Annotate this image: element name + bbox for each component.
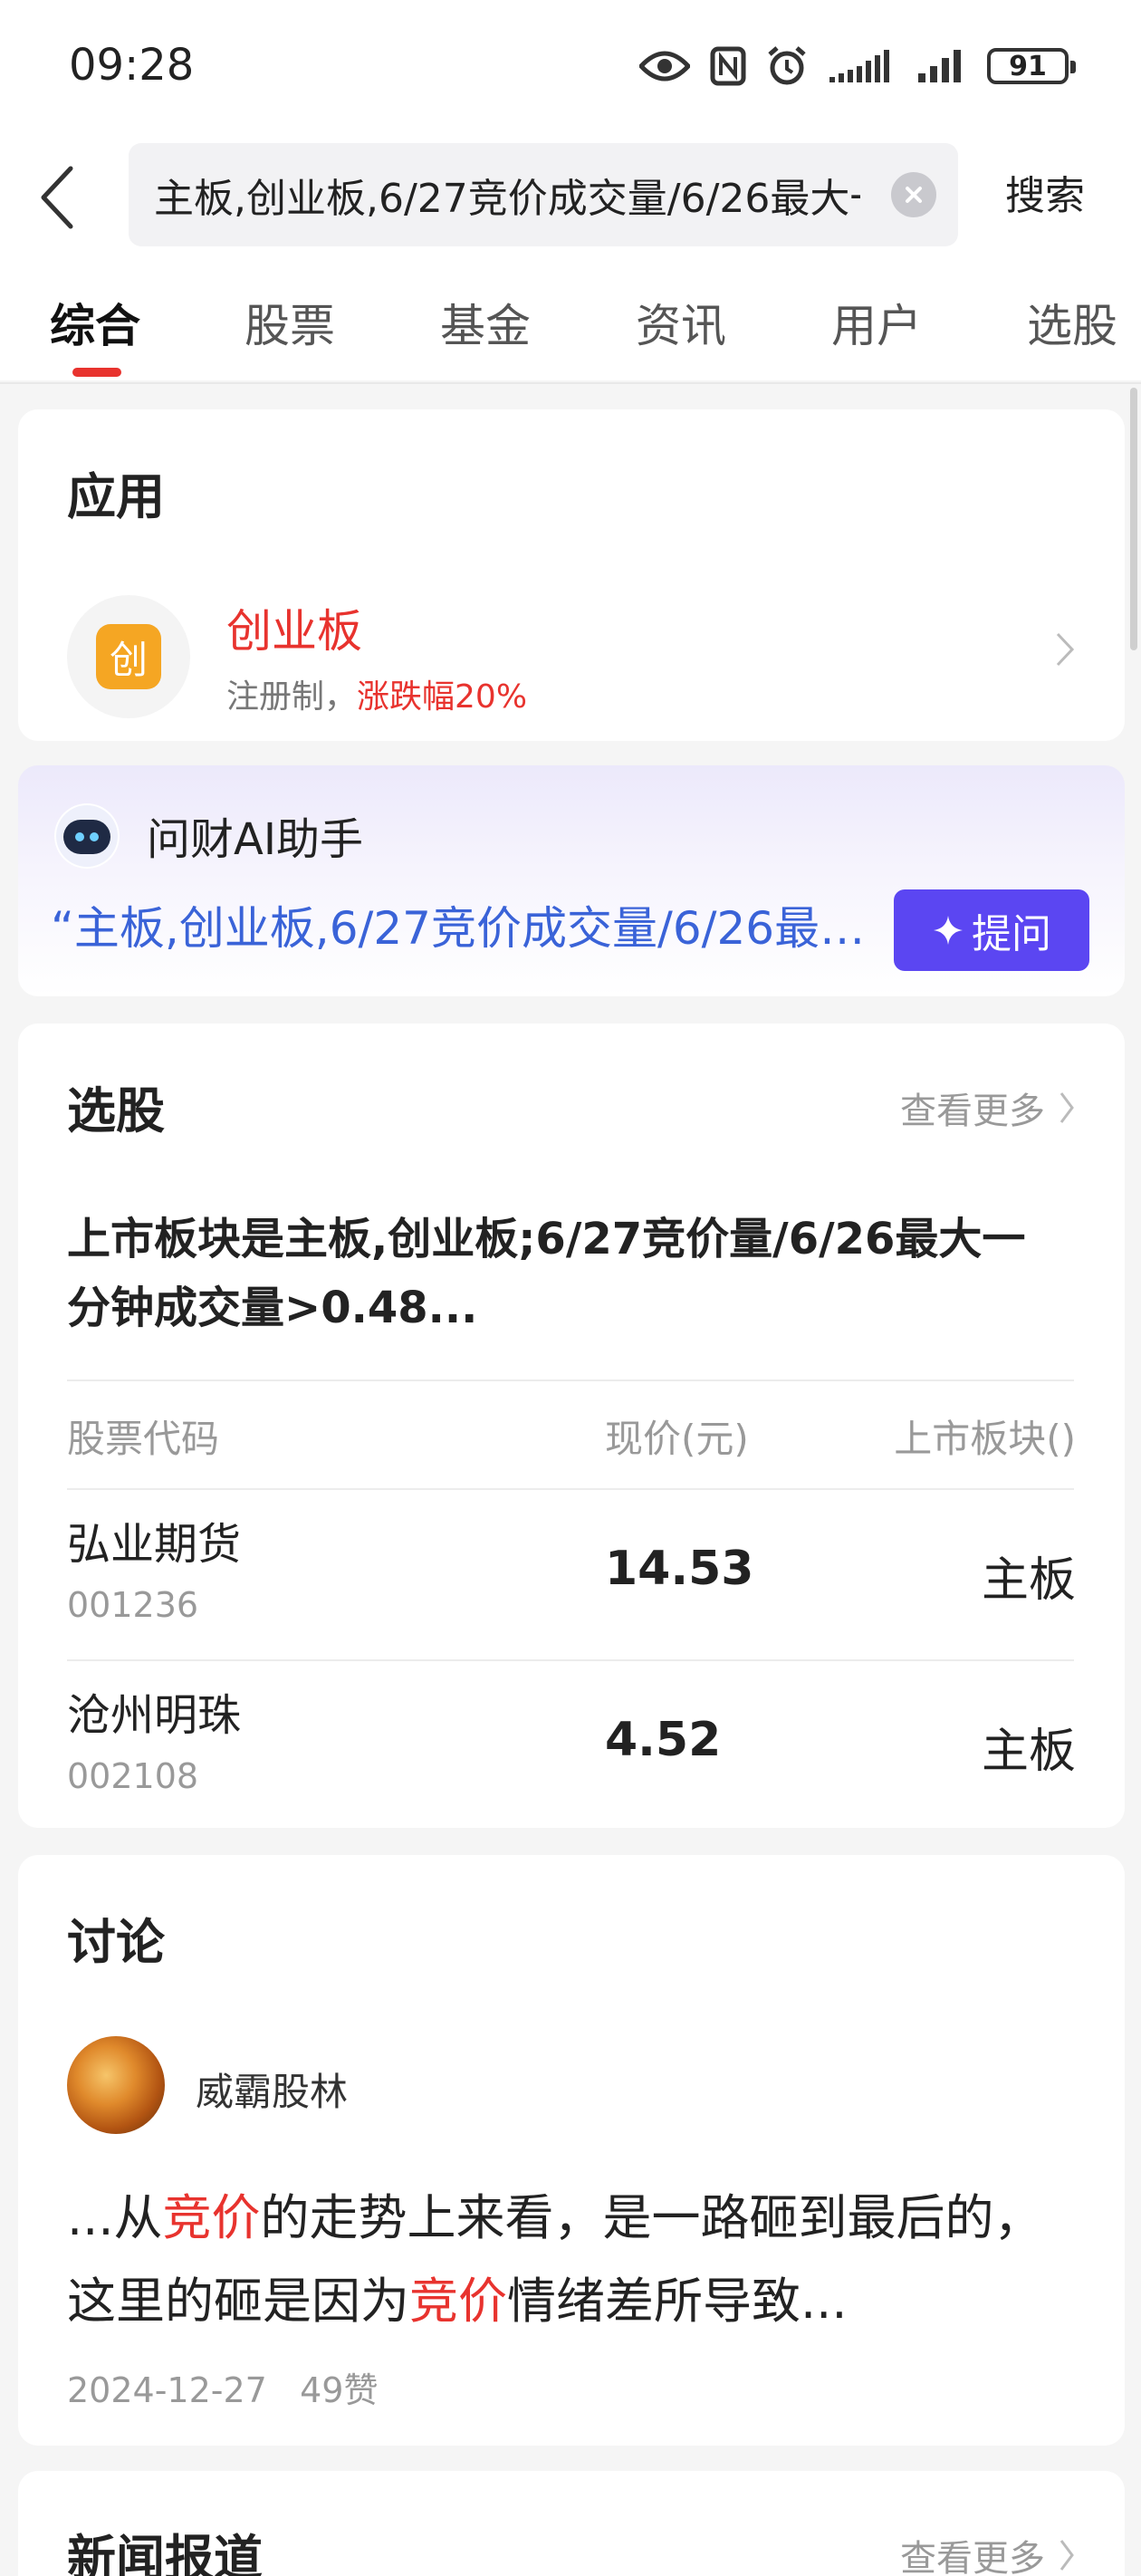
stock-code: 002108	[67, 1756, 199, 1796]
post-likes: 49赞	[300, 2370, 379, 2410]
ai-assistant-card: 问财AI助手 “主板,创业板,6/27竞价成交量/6/26最大一分钟成交量>0.…	[18, 765, 1125, 996]
app-desc-suffix: 幅20%	[422, 678, 528, 716]
chinext-app-icon: 创	[96, 624, 161, 689]
post-text-part: ...从	[67, 2189, 163, 2246]
clear-search-button[interactable]	[891, 172, 936, 217]
stock-name: 弘业期货	[67, 1519, 242, 1570]
stock-pick-more-link[interactable]: 查看更多	[900, 1081, 1076, 1134]
stock-board: 主板	[981, 1553, 1076, 1608]
post-date: 2024-12-27	[67, 2370, 267, 2410]
stock-price: 14.53	[605, 1542, 754, 1596]
header-price: 现价(元)	[605, 1417, 749, 1461]
status-icons: 91	[639, 45, 1076, 87]
tab-users[interactable]: 用户	[831, 290, 922, 355]
news-title: 新闻报道	[67, 2530, 263, 2576]
search-box[interactable]	[129, 143, 958, 246]
post-text[interactable]: ...从竞价的走势上来看，是一路砸到最后的，这里的砸是因为竞价情绪差所导致...	[67, 2177, 1090, 2343]
more-label: 查看更多	[900, 2538, 1045, 2576]
signal-icon-2	[918, 50, 961, 82]
header-stock-code: 股票代码	[67, 1417, 220, 1461]
chevron-left-icon	[41, 166, 73, 229]
table-divider	[67, 1659, 1074, 1661]
chevron-right-icon	[1060, 2540, 1074, 2571]
status-time: 09:28	[69, 40, 195, 91]
apps-title: 应用	[67, 468, 165, 525]
app-name: 创业板	[226, 605, 362, 658]
sparkle-icon	[934, 916, 963, 945]
search-input[interactable]	[154, 171, 860, 218]
close-icon	[906, 187, 922, 203]
search-button[interactable]: 搜索	[1005, 163, 1085, 221]
top-bar: 09:28 91 搜索 综合 股票 基金 资讯 用户 选股	[0, 0, 1141, 380]
alarm-icon	[768, 46, 806, 85]
ask-button-label: 提问	[972, 911, 1051, 957]
user-name[interactable]: 威霸股林	[196, 2062, 348, 2117]
stock-price: 4.52	[605, 1713, 722, 1767]
news-more-link[interactable]: 查看更多	[900, 2529, 1076, 2576]
nfc-icon	[710, 46, 746, 86]
post-text-highlight: 竞价	[409, 2273, 507, 2330]
app-description: 注册制，涨跌幅20%	[226, 670, 527, 717]
table-divider	[67, 1379, 1074, 1381]
tab-stock-picker[interactable]: 选股	[1027, 290, 1117, 355]
active-tab-indicator	[72, 368, 121, 377]
table-divider	[67, 1488, 1074, 1490]
ai-suggested-query[interactable]: “主板,创业板,6/27竞价成交量/6/26最大一分钟成交量>0.48”	[51, 892, 884, 957]
header-divider	[0, 382, 1141, 384]
tab-bar: 综合 股票 基金 资讯 用户 选股	[0, 272, 1141, 380]
discussion-card: 讨论 威霸股林 ...从竞价的走势上来看，是一路砸到最后的，这里的砸是因为竞价情…	[18, 1855, 1125, 2446]
tab-news[interactable]: 资讯	[636, 290, 726, 355]
header-board: 上市板块()	[894, 1417, 1076, 1461]
post-text-highlight: 竞价	[162, 2189, 261, 2246]
app-icon-container: 创	[67, 595, 190, 718]
back-button[interactable]	[31, 161, 85, 234]
chevron-right-icon	[1056, 632, 1075, 667]
discussion-title: 讨论	[67, 1914, 165, 1971]
stock-name: 沧州明珠	[67, 1690, 242, 1741]
apps-card: 应用 创 创业板 注册制，涨跌幅20%	[18, 409, 1125, 741]
search-row: 搜索	[0, 136, 1141, 254]
ask-button[interactable]: 提问	[894, 889, 1089, 971]
tab-comprehensive[interactable]: 综合	[50, 290, 140, 355]
stock-pick-query[interactable]: 上市板块是主板,创业板;6/27竞价量/6/26最大一分钟成交量>0.48...	[67, 1205, 1063, 1342]
avatar[interactable]	[67, 2036, 165, 2134]
app-desc-prefix: 注册制，	[226, 678, 358, 716]
battery-icon: 91	[987, 48, 1076, 84]
stock-code: 001236	[67, 1585, 199, 1625]
ai-title: 问财AI助手	[147, 814, 363, 865]
tab-stocks[interactable]: 股票	[244, 290, 335, 355]
signal-icon-1	[829, 50, 889, 82]
post-meta: 2024-12-27 49赞	[67, 2362, 378, 2412]
chevron-right-icon	[1060, 1092, 1074, 1123]
eye-icon	[639, 51, 690, 82]
app-desc-highlight: 涨跌	[357, 678, 423, 716]
ai-robot-icon	[54, 803, 120, 869]
tab-funds[interactable]: 基金	[440, 290, 531, 355]
news-card: 新闻报道 查看更多	[18, 2471, 1125, 2576]
post-text-part: 情绪差所导致...	[507, 2273, 848, 2330]
stock-pick-title: 选股	[67, 1082, 165, 1139]
scrollbar[interactable]	[1130, 388, 1137, 650]
stock-board: 主板	[981, 1725, 1076, 1779]
more-label: 查看更多	[900, 1091, 1045, 1132]
stock-pick-card: 选股 查看更多 上市板块是主板,创业板;6/27竞价量/6/26最大一分钟成交量…	[18, 1024, 1125, 1828]
status-bar: 09:28 91	[0, 0, 1141, 136]
